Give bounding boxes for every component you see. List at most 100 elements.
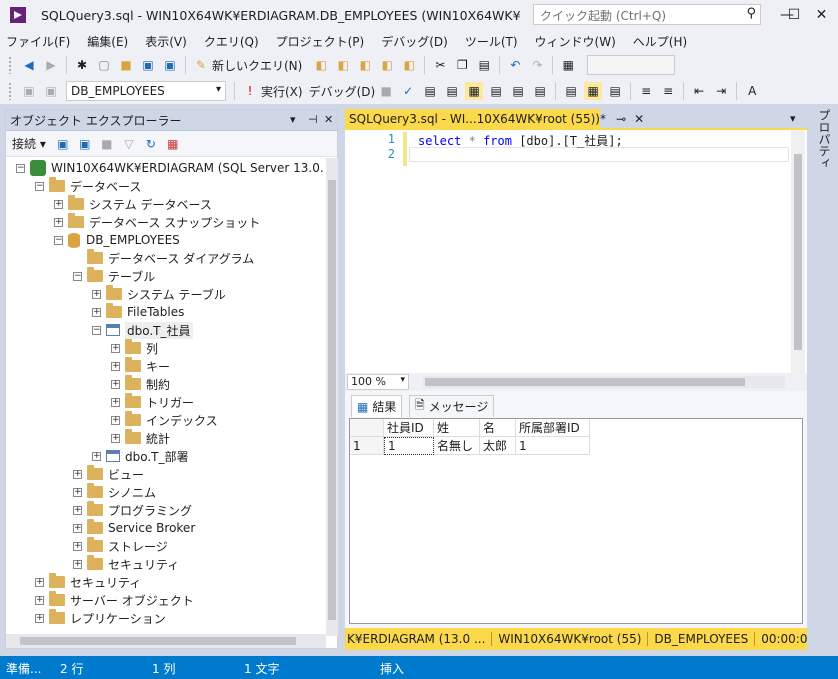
tree-node-snapshots[interactable]: + データベース スナップショット: [54, 213, 260, 231]
menu-file[interactable]: ファイル(F): [6, 33, 70, 50]
expand-icon[interactable]: +: [92, 307, 101, 317]
expand-icon[interactable]: +: [35, 613, 44, 623]
das-query-icon[interactable]: ◧: [400, 56, 418, 74]
tree-node-keys[interactable]: + キー: [111, 357, 170, 375]
tab-messages[interactable]: 🗎 メッセージ: [409, 395, 495, 417]
execute-icon[interactable]: !: [241, 82, 259, 100]
cut-icon[interactable]: ✂: [431, 56, 449, 74]
decrease-indent-icon[interactable]: ⇤: [690, 82, 708, 100]
sql-editor[interactable]: 1 2 select * from [dbo].[T_社員];: [345, 128, 807, 374]
expand-icon[interactable]: +: [73, 487, 82, 497]
collapse-icon[interactable]: −: [35, 181, 44, 191]
tree-node-server[interactable]: − WIN10X64WK¥ERDIAGRAM (SQL Server 13.0.4…: [16, 159, 324, 177]
tree-node-databases[interactable]: − データベース: [35, 177, 141, 195]
pin-icon[interactable]: ⊣: [308, 113, 318, 126]
tab-dropdown-icon[interactable]: ▾: [790, 112, 796, 125]
results-to-file-icon[interactable]: ▤: [606, 82, 624, 100]
open-folder-icon[interactable]: ■: [117, 56, 135, 74]
tree-node-programmability[interactable]: + プログラミング: [73, 501, 192, 519]
column-header[interactable]: 所属部署ID: [516, 419, 590, 437]
stop-icon[interactable]: ■: [377, 82, 395, 100]
editor-vscroll[interactable]: [791, 130, 805, 374]
query-designer-icon[interactable]: ▤: [443, 82, 461, 100]
quick-launch-input[interactable]: クイック起動 (Ctrl+Q) ⚲: [533, 4, 761, 25]
connect-dropdown[interactable]: 接続 ▾: [12, 135, 46, 152]
back-icon[interactable]: ◀: [20, 56, 38, 74]
table-cell[interactable]: 1: [516, 437, 590, 455]
comment-icon[interactable]: ≡: [637, 82, 655, 100]
filter-icon[interactable]: ▽: [120, 135, 138, 153]
disconnect-icon[interactable]: ▣: [76, 135, 94, 153]
tree-node-replication[interactable]: + レプリケーション: [35, 609, 166, 627]
menu-view[interactable]: 表示(V): [145, 33, 187, 50]
toolbar-grip[interactable]: [8, 82, 12, 100]
scroll-thumb[interactable]: [794, 154, 802, 350]
tree-node-filetables[interactable]: + FileTables: [92, 303, 184, 321]
display-plan-icon[interactable]: ▤: [421, 82, 439, 100]
dmx-query-icon[interactable]: ◧: [356, 56, 374, 74]
menu-debug[interactable]: デバッグ(D): [381, 33, 448, 50]
forward-icon[interactable]: ▶: [42, 56, 60, 74]
scroll-thumb[interactable]: [425, 378, 745, 386]
expand-icon[interactable]: +: [35, 595, 44, 605]
expand-icon[interactable]: +: [73, 505, 82, 515]
tree-node-views[interactable]: + ビュー: [73, 465, 144, 483]
scroll-thumb[interactable]: [20, 637, 296, 645]
tree-node-security[interactable]: + セキュリティ: [35, 573, 141, 591]
object-explorer-vscroll[interactable]: [326, 158, 338, 636]
tree-node-statistics[interactable]: + 統計: [111, 429, 170, 447]
collapse-icon[interactable]: −: [92, 325, 101, 335]
parse-icon[interactable]: ✓: [399, 82, 417, 100]
close-panel-icon[interactable]: ✕: [324, 113, 333, 126]
tree-node-db-employees[interactable]: − DB_EMPLOYEES: [54, 231, 180, 249]
live-stats-icon[interactable]: ▤: [509, 82, 527, 100]
tree-node-storage[interactable]: + ストレージ: [73, 537, 168, 555]
tree-node-table-shain[interactable]: − dbo.T_社員: [92, 321, 193, 339]
results-to-grid-icon[interactable]: ▦: [465, 82, 484, 100]
expand-icon[interactable]: +: [111, 433, 120, 443]
change-connection-icon[interactable]: ▣: [42, 82, 60, 100]
expand-icon[interactable]: +: [73, 523, 82, 533]
menu-window[interactable]: ウィンドウ(W): [535, 33, 616, 50]
tree-node-diagrams[interactable]: データベース ダイアグラム: [87, 249, 254, 267]
tree-node-server-objects[interactable]: + サーバー オブジェクト: [35, 591, 194, 609]
tab-sqlquery3[interactable]: SQLQuery3.sql - WI...10X64WK¥root (55))*…: [345, 109, 644, 129]
tree-node-table-busho[interactable]: + dbo.T_部署: [92, 447, 189, 465]
execute-button[interactable]: 実行(X): [261, 83, 303, 100]
expand-icon[interactable]: +: [73, 541, 82, 551]
expand-icon[interactable]: +: [92, 289, 101, 299]
activity-icon[interactable]: ▦: [164, 135, 182, 153]
mdx-query-icon[interactable]: ◧: [334, 56, 352, 74]
zoom-dropdown[interactable]: 100 %: [347, 374, 409, 390]
close-button[interactable]: ✕: [805, 0, 838, 30]
properties-side-tab[interactable]: プロパティ: [808, 109, 838, 649]
collapse-icon[interactable]: −: [54, 235, 63, 245]
tree-node-synonyms[interactable]: + シノニム: [73, 483, 156, 501]
expand-icon[interactable]: +: [92, 451, 101, 461]
menu-tools[interactable]: ツール(T): [465, 33, 518, 50]
tree-node-indexes[interactable]: + インデックス: [111, 411, 218, 429]
expand-icon[interactable]: +: [111, 397, 120, 407]
new-query-button[interactable]: 新しいクエリ(N): [212, 57, 302, 74]
new-project-icon[interactable]: ✱: [73, 56, 91, 74]
tree-node-system-tables[interactable]: + システム テーブル: [92, 285, 226, 303]
results-to-grid2-icon[interactable]: ▦: [584, 82, 603, 100]
tree-node-tables[interactable]: − テーブル: [73, 267, 155, 285]
connect-db-icon[interactable]: ▣: [54, 135, 72, 153]
expand-icon[interactable]: +: [35, 577, 44, 587]
copy-icon[interactable]: ❐: [453, 56, 471, 74]
expand-icon[interactable]: +: [54, 199, 63, 209]
table-cell[interactable]: 1: [384, 437, 434, 455]
tree-node-system-databases[interactable]: + システム データベース: [54, 195, 212, 213]
column-header[interactable]: 社員ID: [384, 419, 434, 437]
activity-monitor-icon[interactable]: ▦: [559, 56, 577, 74]
scroll-thumb[interactable]: [328, 180, 336, 620]
debug-button[interactable]: デバッグ(D): [309, 83, 376, 100]
tree-node-columns[interactable]: + 列: [111, 339, 158, 357]
solution-config-dropdown[interactable]: [587, 55, 676, 75]
toolbar-grip[interactable]: [8, 56, 12, 74]
pin-tab-icon[interactable]: ⊸: [616, 112, 626, 126]
database-selector[interactable]: DB_EMPLOYEES: [66, 81, 226, 101]
close-tab-icon[interactable]: ✕: [634, 112, 644, 126]
collapse-icon[interactable]: −: [16, 163, 25, 173]
